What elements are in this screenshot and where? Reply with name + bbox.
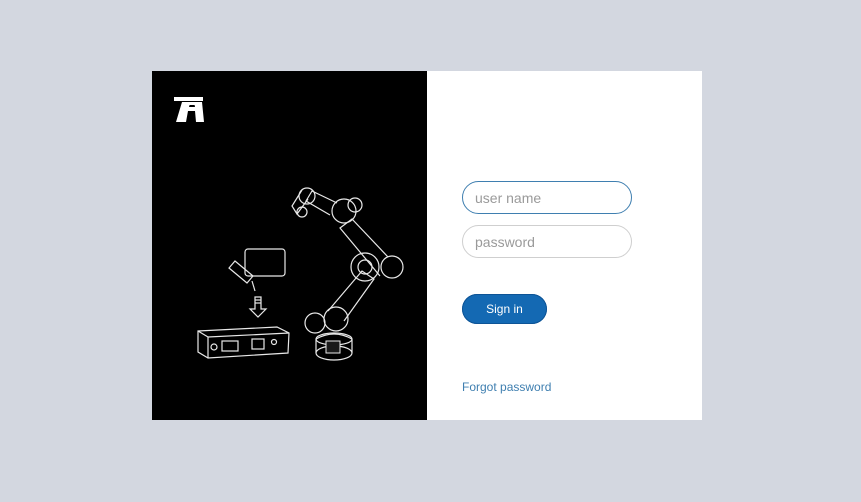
robot-arm-illustration xyxy=(197,187,404,361)
login-form-panel: Sign in Forgot password xyxy=(427,71,702,420)
username-input[interactable] xyxy=(462,181,632,214)
login-card: Sign in Forgot password xyxy=(152,71,702,420)
illustration-panel xyxy=(152,71,427,420)
sign-in-button[interactable]: Sign in xyxy=(462,294,547,324)
forgot-password-link[interactable]: Forgot password xyxy=(462,380,551,394)
password-input[interactable] xyxy=(462,225,632,258)
